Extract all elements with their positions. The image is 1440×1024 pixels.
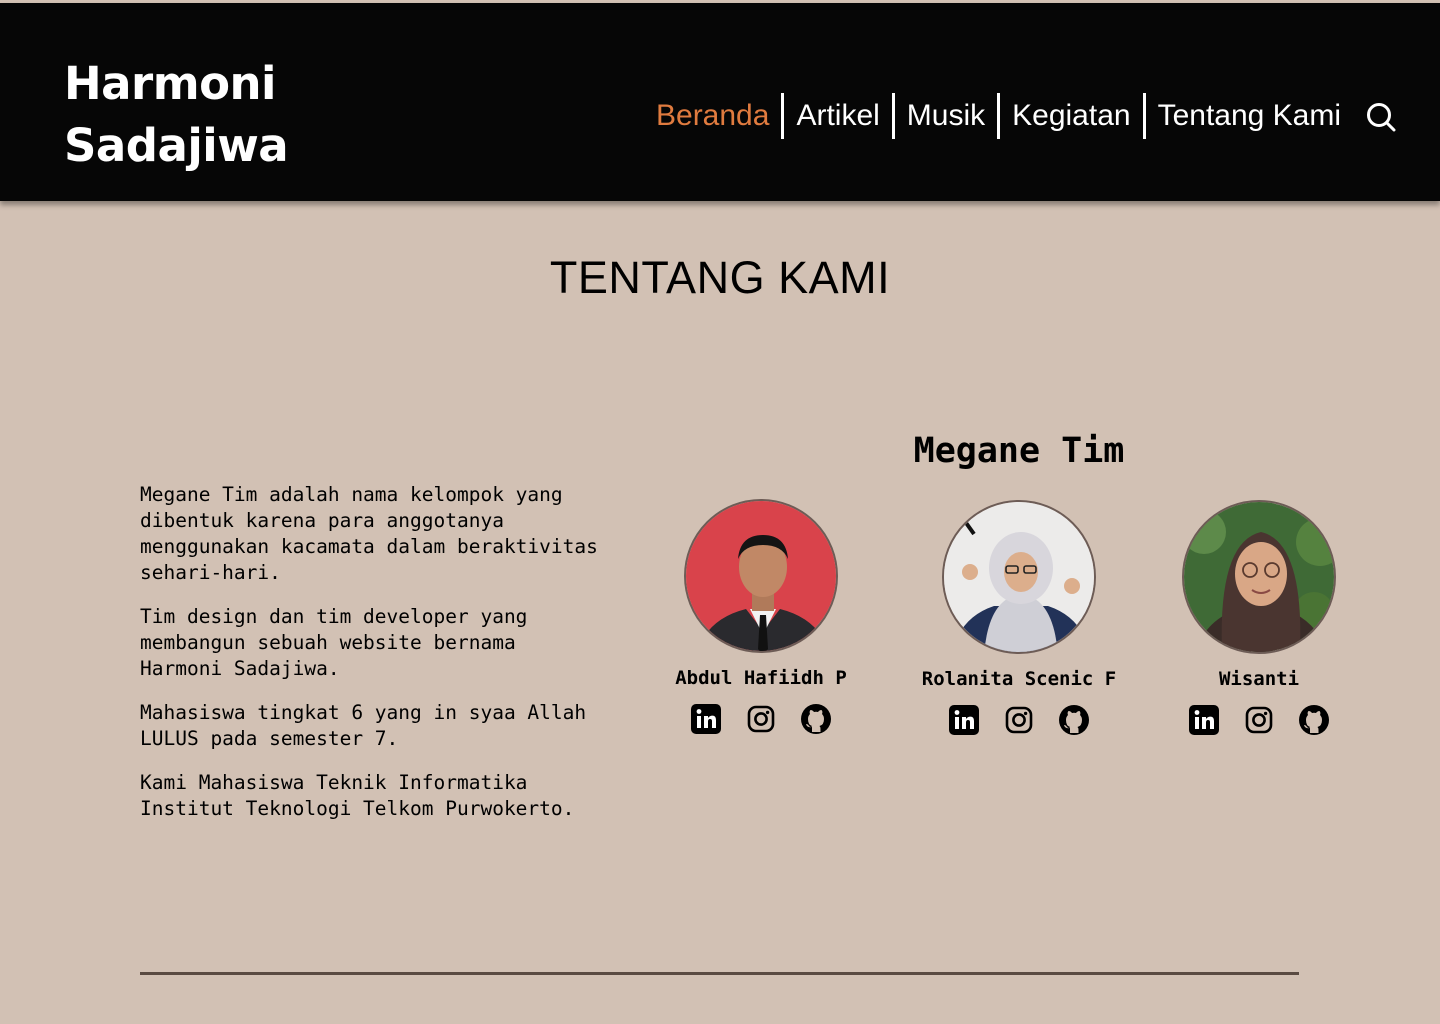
nav-item-musik[interactable]: Musik [895, 93, 997, 139]
nav-item-tentang-kami[interactable]: Tentang Kami [1146, 93, 1353, 139]
member-socials [1139, 704, 1379, 736]
github-icon[interactable] [1298, 704, 1330, 736]
member-socials [641, 703, 881, 735]
about-description: Megane Tim adalah nama kelompok yang dib… [140, 482, 600, 840]
search-icon[interactable] [1364, 100, 1398, 134]
member-name: Rolanita Scenic F [921, 668, 1117, 690]
page-title: TENTANG KAMI [549, 252, 891, 303]
team-member-card: Abdul Hafiidh P [641, 499, 881, 735]
about-paragraph-3: Mahasiswa tingkat 6 yang in syaa Allah L… [140, 701, 587, 750]
team-member-card: Rolanita Scenic F [899, 500, 1139, 736]
linkedin-icon[interactable] [948, 704, 980, 736]
footer-divider [140, 972, 1299, 975]
instagram-icon[interactable] [1243, 704, 1275, 736]
member-socials [899, 704, 1139, 736]
about-paragraph-2: Tim design dan tim developer yang memban… [140, 605, 528, 680]
about-paragraph-1: Megane Tim adalah nama kelompok yang dib… [140, 483, 598, 584]
instagram-icon[interactable] [1003, 704, 1035, 736]
logo-line-1: Harmoni [64, 57, 277, 110]
main-nav: Beranda Artikel Musik Kegiatan Tentang K… [650, 93, 1353, 139]
team-title: Megane Tim [913, 431, 1125, 471]
member-photo [942, 500, 1096, 654]
nav-item-kegiatan[interactable]: Kegiatan [1000, 93, 1142, 139]
site-header: Harmoni Sadajiwa Beranda Artikel Musik K… [0, 3, 1440, 201]
member-photo [684, 499, 838, 653]
linkedin-icon[interactable] [690, 703, 722, 735]
nav-item-artikel[interactable]: Artikel [784, 93, 891, 139]
member-name: Abdul Hafiidh P [675, 667, 847, 689]
team-member-card: Wisanti [1139, 500, 1379, 736]
member-name: Wisanti [1218, 668, 1300, 690]
site-logo[interactable]: Harmoni Sadajiwa [64, 53, 324, 177]
github-icon[interactable] [800, 703, 832, 735]
member-photo [1182, 500, 1336, 654]
instagram-icon[interactable] [745, 703, 777, 735]
nav-item-beranda[interactable]: Beranda [650, 93, 781, 139]
logo-line-2: Sadajiwa [64, 119, 289, 172]
linkedin-icon[interactable] [1188, 704, 1220, 736]
github-icon[interactable] [1058, 704, 1090, 736]
about-paragraph-4: Kami Mahasiswa Teknik Informatika Instit… [140, 771, 575, 820]
